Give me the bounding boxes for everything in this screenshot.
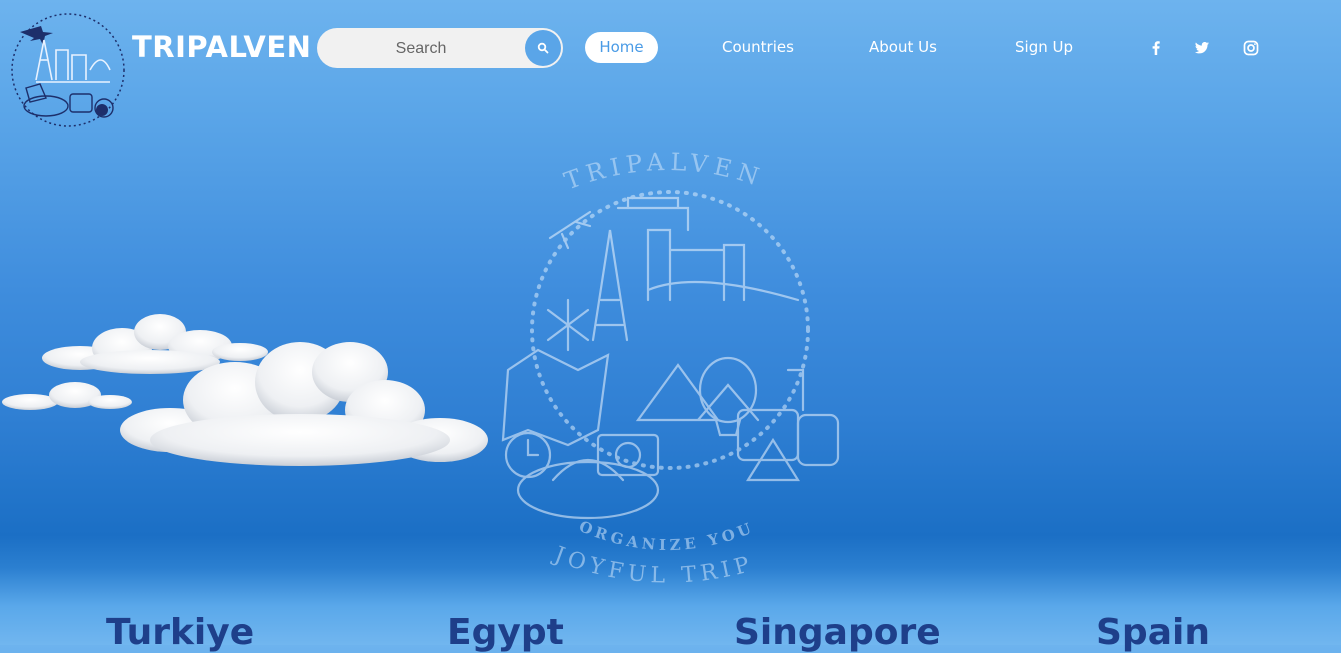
site-logo[interactable] bbox=[6, 10, 130, 132]
hero-emblem: TRIPALVEN ORGANIZE YOUR JOYFUL TRIP bbox=[490, 136, 858, 600]
country-spain[interactable]: Spain bbox=[1096, 612, 1210, 653]
search-button[interactable] bbox=[525, 30, 561, 66]
travel-emblem-icon: TRIPALVEN ORGANIZE YOUR JOYFUL TRIP bbox=[490, 136, 840, 589]
country-turkiye[interactable]: Turkiye bbox=[106, 612, 254, 653]
facebook-icon[interactable] bbox=[1147, 39, 1165, 57]
search-bar bbox=[317, 28, 563, 70]
clouds-illustration bbox=[2, 314, 488, 466]
search-icon bbox=[537, 42, 549, 54]
nav-sign-up[interactable]: Sign Up bbox=[1015, 32, 1073, 63]
logo-icon bbox=[11, 13, 125, 127]
twitter-icon[interactable] bbox=[1193, 39, 1211, 57]
brand-title[interactable]: TRIPALVEN bbox=[132, 30, 311, 64]
nav-about-us[interactable]: About Us bbox=[869, 32, 937, 63]
search-input[interactable] bbox=[317, 28, 525, 70]
emblem-top-text: TRIPALVEN bbox=[561, 148, 762, 196]
svg-text:TRIPALVEN: TRIPALVEN bbox=[561, 150, 768, 195]
nav-home[interactable]: Home bbox=[585, 32, 658, 63]
nav-countries[interactable]: Countries bbox=[722, 32, 794, 63]
country-singapore[interactable]: Singapore bbox=[734, 612, 941, 653]
instagram-icon[interactable] bbox=[1242, 39, 1260, 57]
country-egypt[interactable]: Egypt bbox=[447, 612, 564, 653]
